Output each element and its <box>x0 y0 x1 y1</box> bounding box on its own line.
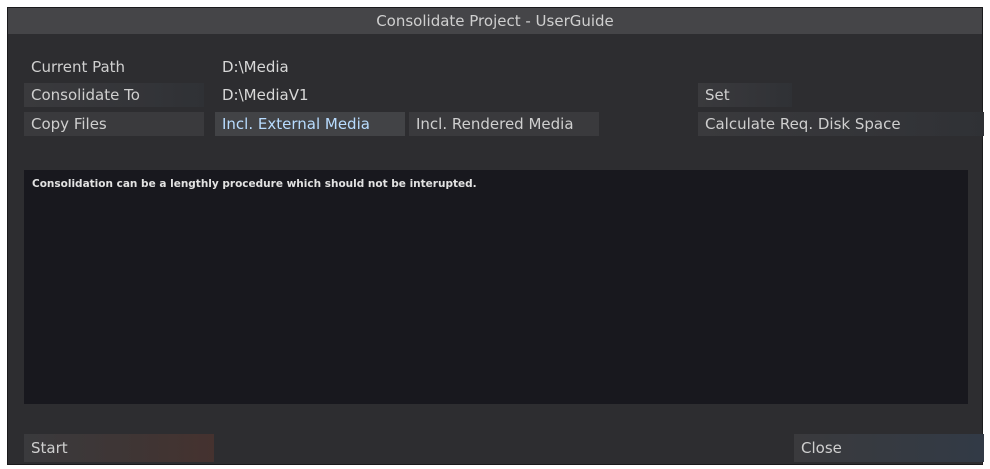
copy-files-toggle[interactable]: Copy Files <box>24 112 204 136</box>
dialog-title: Consolidate Project - UserGuide <box>8 8 982 34</box>
current-path-label: Current Path <box>31 58 126 76</box>
incl-external-media-toggle[interactable]: Incl. External Media <box>215 112 405 136</box>
close-button[interactable]: Close <box>794 434 984 462</box>
consolidate-to-value: D:\MediaV1 <box>222 86 309 104</box>
start-button[interactable]: Start <box>24 434 214 462</box>
log-message: Consolidation can be a lengthly procedur… <box>32 178 477 190</box>
set-button[interactable]: Set <box>698 83 792 107</box>
consolidate-project-dialog: Consolidate Project - UserGuide Current … <box>7 7 984 465</box>
current-path-value: D:\Media <box>222 58 289 76</box>
calculate-disk-space-button[interactable]: Calculate Req. Disk Space <box>698 112 984 136</box>
incl-rendered-media-toggle[interactable]: Incl. Rendered Media <box>409 112 599 136</box>
log-output-area: Consolidation can be a lengthly procedur… <box>24 170 968 404</box>
consolidate-to-button[interactable]: Consolidate To <box>24 83 204 107</box>
